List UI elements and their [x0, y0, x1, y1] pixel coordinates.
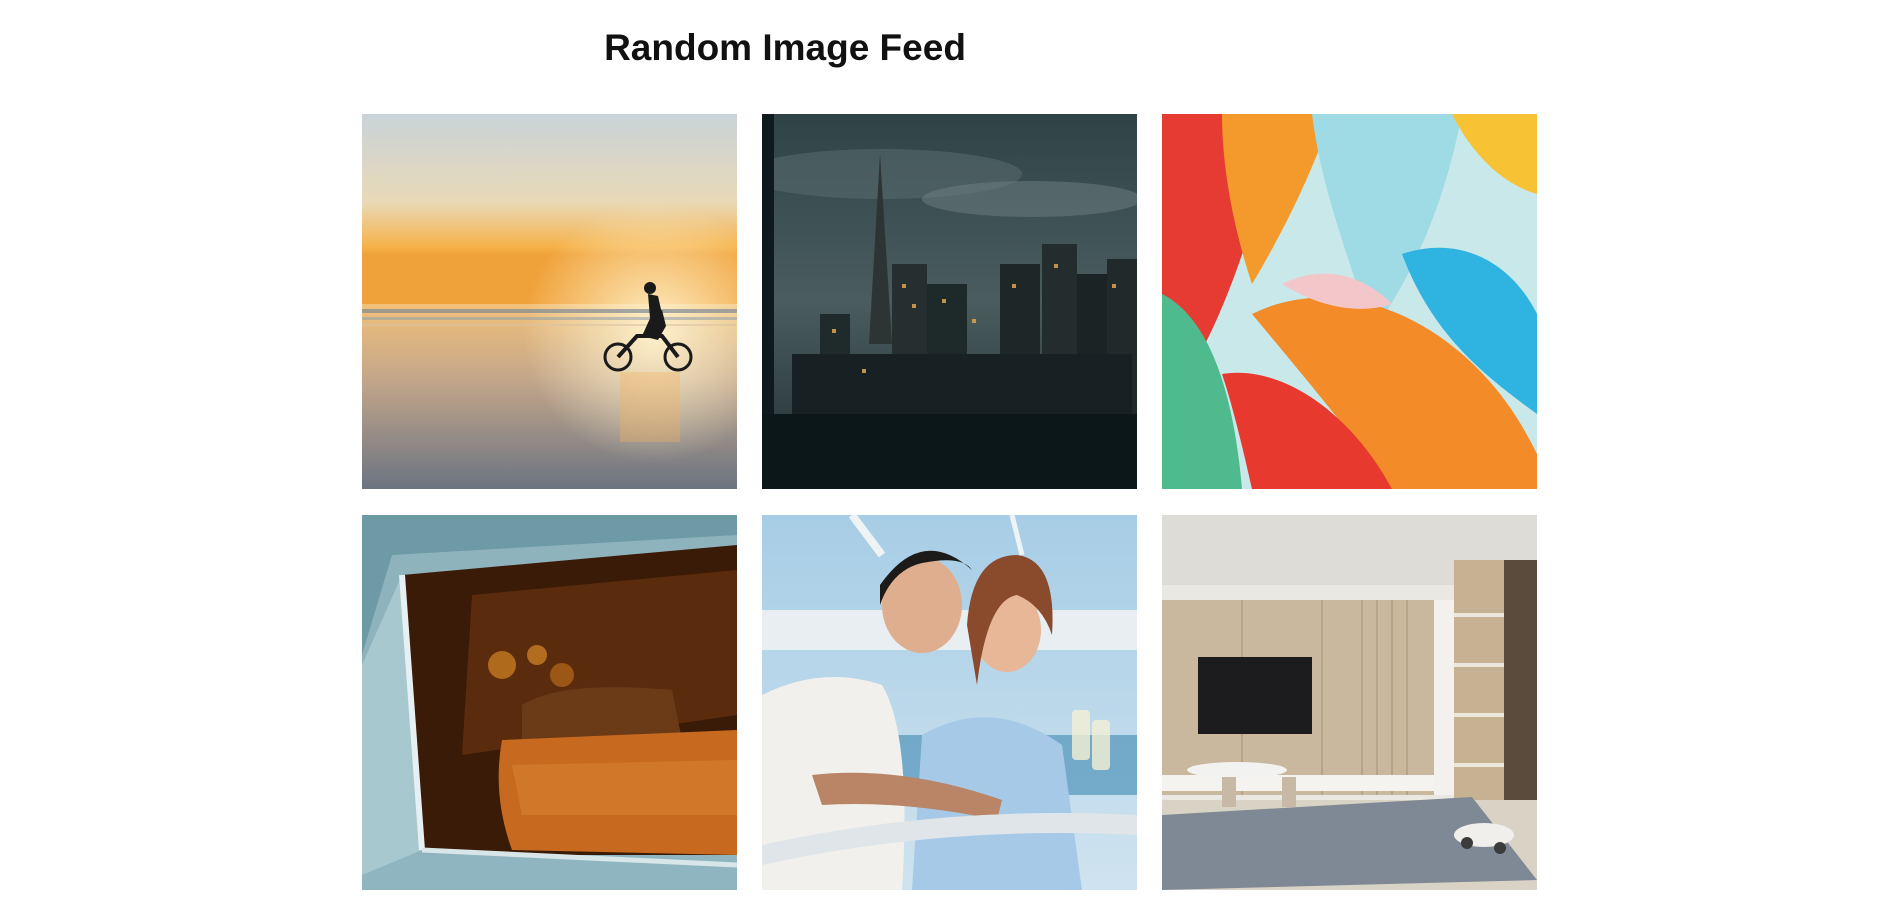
living-room-photo [1162, 515, 1537, 890]
page-title: Random Image Feed [604, 27, 966, 68]
beach-sunset-photo [362, 114, 737, 489]
feed-image-living-room[interactable] [1162, 515, 1537, 890]
vintage-car-photo [362, 515, 737, 890]
city-skyline-photo [762, 114, 1137, 489]
feed-image-abstract-waves[interactable] [1162, 114, 1537, 489]
feed-image-vintage-car[interactable] [362, 515, 737, 890]
feed-image-motorcyclist-beach[interactable] [362, 114, 737, 489]
feed-image-city-skyline[interactable] [762, 114, 1137, 489]
feed-image-couple-boat[interactable] [762, 515, 1137, 890]
image-feed-grid [362, 114, 1537, 890]
abstract-waves-image [1162, 114, 1537, 489]
couple-boat-photo [762, 515, 1137, 890]
